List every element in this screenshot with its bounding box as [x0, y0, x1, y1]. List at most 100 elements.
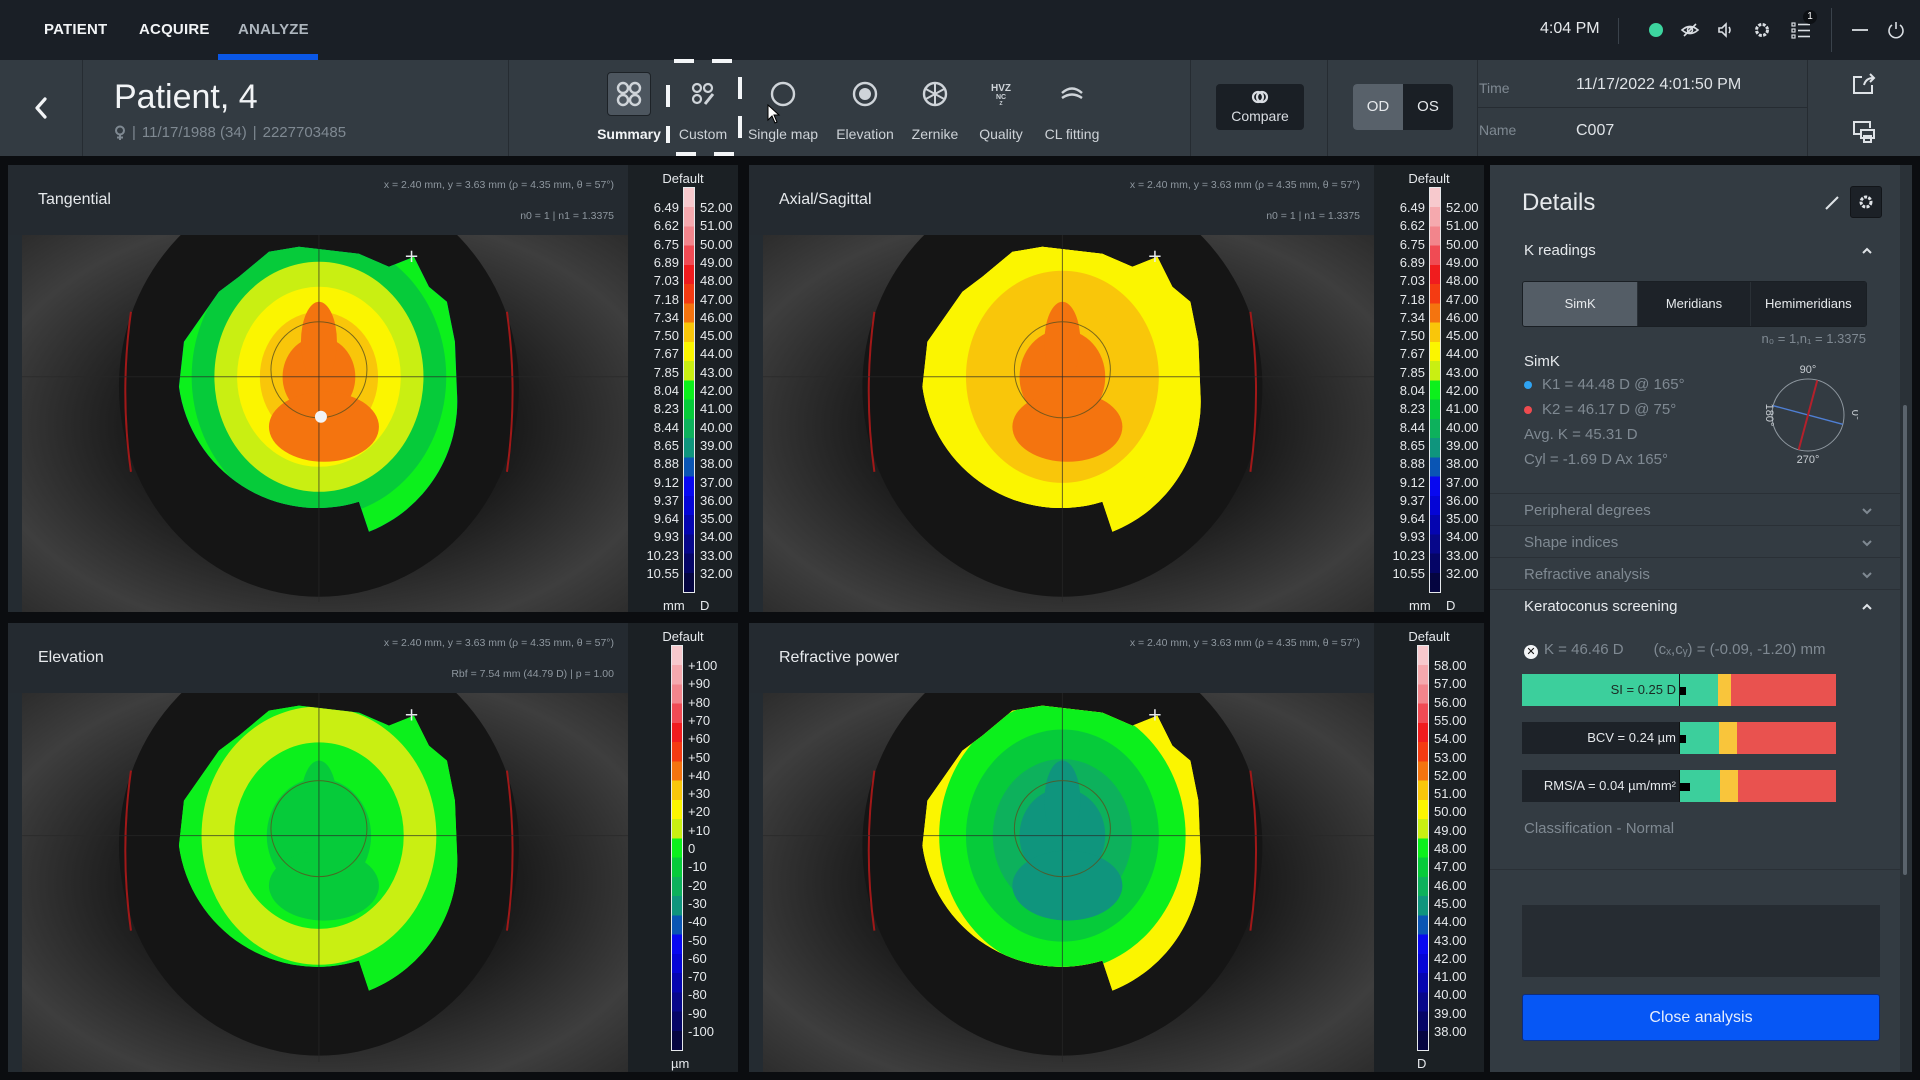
- index-value-marker: [1680, 783, 1690, 791]
- drag-outline: [712, 59, 732, 63]
- mode-single-map[interactable]: Single map: [745, 72, 821, 152]
- details-panel: Details K readings SimK Meridians Hemime…: [1490, 165, 1900, 1072]
- legend-tick-label: 38.00: [1446, 456, 1479, 472]
- keratoconus-range: [1738, 770, 1836, 802]
- legend-tick-label: 41.00: [700, 401, 733, 417]
- legend-tick-label: 38.00: [700, 456, 733, 472]
- topography-map[interactable]: +: [22, 693, 628, 1072]
- k-readings-tabs: SimK Meridians Hemimeridians: [1522, 281, 1867, 327]
- separator: |: [132, 124, 136, 141]
- dial-label-left: 180°: [1763, 404, 1775, 427]
- legend-tick-label: 48.00: [1446, 273, 1479, 289]
- mode-label: Summary: [597, 126, 661, 142]
- topography-map[interactable]: +: [763, 235, 1374, 612]
- eye-hidden-icon[interactable]: [1678, 18, 1702, 42]
- separator: [1831, 8, 1832, 52]
- volume-icon[interactable]: [1714, 18, 1738, 42]
- legend-tick-label: 46.00: [700, 309, 733, 325]
- chevron-down-icon[interactable]: [1860, 536, 1874, 550]
- legend-tick-label: +70: [688, 712, 711, 728]
- compare-button[interactable]: Compare: [1216, 84, 1304, 130]
- mode-zernike[interactable]: Zernike: [898, 72, 972, 152]
- drag-outline: [714, 152, 734, 156]
- k-readings-header[interactable]: K readings: [1524, 242, 1596, 259]
- legend-unit: D: [1417, 1056, 1427, 1072]
- chevron-up-icon[interactable]: [1860, 600, 1874, 614]
- legend-tick-label: -30: [688, 895, 707, 911]
- cursor-plus-icon: +: [404, 705, 419, 726]
- legend-tick-label: -60: [688, 950, 707, 966]
- tab-simk[interactable]: SimK: [1523, 282, 1638, 326]
- legend-tick-label: 36.00: [700, 492, 733, 508]
- keratoconus-k: ✕ K = 46.46 D (cₓ,cᵧ) = (-0.09, -1.20) mm: [1524, 641, 1826, 659]
- eye-toggle: OD OS: [1353, 84, 1453, 130]
- print-icon[interactable]: [1850, 118, 1878, 146]
- legend-tick-label: 42.00: [1446, 383, 1479, 398]
- index-value-marker: [1680, 687, 1686, 695]
- tab-analyze[interactable]: ANALYZE: [238, 0, 309, 60]
- section-refractive-analysis[interactable]: Refractive analysis: [1524, 566, 1650, 583]
- scrollbar-thumb[interactable]: [1903, 405, 1907, 875]
- section-keratoconus-screening[interactable]: Keratoconus screening: [1524, 598, 1677, 615]
- notes-area[interactable]: [1522, 905, 1880, 977]
- tab-acquire[interactable]: ACQUIRE: [139, 0, 210, 60]
- legend-tick-label: 44.00: [1446, 346, 1479, 362]
- divider: [1490, 493, 1900, 494]
- legend-tick-label-mm: 9.37: [1399, 492, 1425, 508]
- tab-hemimeridians[interactable]: Hemimeridians: [1749, 282, 1866, 326]
- tab-patient[interactable]: PATIENT: [44, 0, 107, 60]
- chevron-up-icon[interactable]: [1860, 244, 1874, 258]
- keratoconus-index-bar: SI = 0.25 D: [1522, 674, 1836, 706]
- legend-tick-label-mm: 9.93: [1399, 529, 1425, 545]
- edit-pencil-icon[interactable]: [1816, 187, 1848, 219]
- section-peripheral-degrees[interactable]: Peripheral degrees: [1524, 502, 1651, 519]
- drag-outline: [666, 85, 670, 107]
- tab-meridians[interactable]: Meridians: [1637, 282, 1750, 326]
- legend-tick-label: +10: [688, 822, 711, 838]
- k1-dot-icon: [1524, 380, 1532, 389]
- mode-summary[interactable]: Summary: [592, 72, 666, 152]
- legend-title[interactable]: Default: [1374, 629, 1484, 644]
- dial-label-right: 0°: [1849, 410, 1858, 421]
- link-rings-icon: [1251, 90, 1269, 104]
- legend-title[interactable]: Default: [628, 171, 738, 186]
- index-label: SI = 0.25 D: [1522, 674, 1680, 706]
- legend-title[interactable]: Default: [1374, 171, 1484, 186]
- export-icon[interactable]: [1850, 70, 1878, 98]
- mode-cl-fitting[interactable]: CL fitting: [1035, 72, 1109, 152]
- os-button[interactable]: OS: [1403, 84, 1453, 130]
- legend-tick-label: 42.00: [1434, 950, 1467, 966]
- cone-center-marker-icon: ✕: [1524, 645, 1538, 659]
- chevron-down-icon[interactable]: [1860, 504, 1874, 518]
- mode-custom[interactable]: Custom: [666, 72, 740, 152]
- divider: [1190, 60, 1191, 156]
- power-icon[interactable]: [1884, 18, 1908, 42]
- dial-label-top: 90°: [1800, 364, 1817, 376]
- legend-tick-label: 40.00: [700, 419, 733, 435]
- chevron-down-icon[interactable]: [1860, 568, 1874, 582]
- refractive-index-text: n₀ = 1,n₁ = 1.3375: [1761, 331, 1866, 346]
- od-button[interactable]: OD: [1353, 84, 1403, 130]
- cylinder: Cyl = -1.69 D Ax 165°: [1524, 451, 1668, 468]
- topography-map[interactable]: +: [22, 235, 628, 612]
- legend-title[interactable]: Default: [628, 629, 738, 644]
- legend-tick-label: 50.00: [700, 236, 733, 252]
- mode-label: Quality: [979, 126, 1023, 142]
- back-button[interactable]: [0, 60, 83, 156]
- details-title: Details: [1522, 189, 1596, 216]
- topography-map[interactable]: +: [763, 693, 1374, 1072]
- legend-tick-label: -10: [688, 859, 707, 875]
- gear-icon[interactable]: [1850, 186, 1882, 218]
- gear-icon[interactable]: [1750, 18, 1774, 42]
- suspect-range: [1720, 770, 1739, 802]
- mode-quality[interactable]: HVZ NC Z Quality: [964, 72, 1038, 152]
- cursor-plus-icon: +: [1147, 705, 1162, 726]
- close-analysis-button[interactable]: Close analysis: [1522, 994, 1880, 1041]
- mode-label: Single map: [747, 126, 819, 142]
- section-shape-indices[interactable]: Shape indices: [1524, 534, 1618, 551]
- legend-tick-label-mm: 8.44: [1399, 419, 1425, 435]
- mode-elevation[interactable]: Elevation: [828, 72, 902, 152]
- legend-tick-label-mm: 6.62: [653, 218, 679, 234]
- legend-tick-label: 39.00: [1446, 437, 1479, 453]
- minimize-icon[interactable]: [1848, 18, 1872, 42]
